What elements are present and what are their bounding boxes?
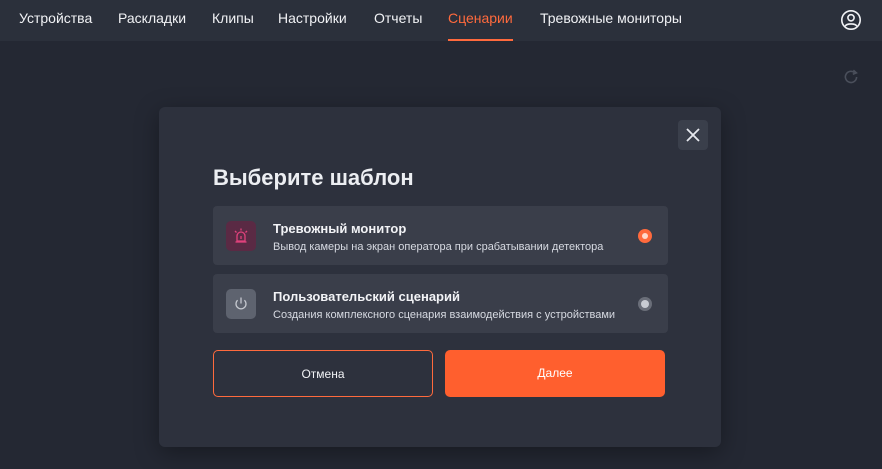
close-icon [686,128,700,142]
user-circle-icon[interactable] [840,9,862,31]
radio-selected[interactable] [638,229,652,243]
option-custom-scenario[interactable]: Пользовательский сценарий Создания компл… [213,274,668,333]
modal-title: Выберите шаблон [213,165,414,190]
nav-item-layouts[interactable]: Раскладки [118,0,186,41]
template-modal: Выберите шаблон Тревожный монитор Вывод … [159,107,721,447]
option-title: Пользовательский сценарий [273,289,460,304]
close-button[interactable] [678,120,708,150]
nav-item-clips[interactable]: Клипы [212,0,254,41]
refresh-icon[interactable] [842,68,860,86]
nav-item-devices[interactable]: Устройства [19,0,92,41]
cancel-button[interactable]: Отмена [213,350,433,397]
nav-item-reports[interactable]: Отчеты [374,0,422,41]
power-icon [226,289,256,319]
nav-item-scenarios[interactable]: Сценарии [448,0,513,41]
nav-item-alarm-monitors[interactable]: Тревожные мониторы [540,0,682,41]
siren-icon [226,221,256,251]
option-description: Вывод камеры на экран оператора при сраб… [273,241,604,253]
nav-item-settings[interactable]: Настройки [278,0,347,41]
option-description: Создания комплексного сценария взаимодей… [273,309,616,321]
top-navigation-bar: Устройства Раскладки Клипы Настройки Отч… [0,0,882,41]
option-title: Тревожный монитор [273,221,407,236]
next-button[interactable]: Далее [445,350,665,397]
option-alarm-monitor[interactable]: Тревожный монитор Вывод камеры на экран … [213,206,668,265]
radio-unselected[interactable] [638,297,652,311]
